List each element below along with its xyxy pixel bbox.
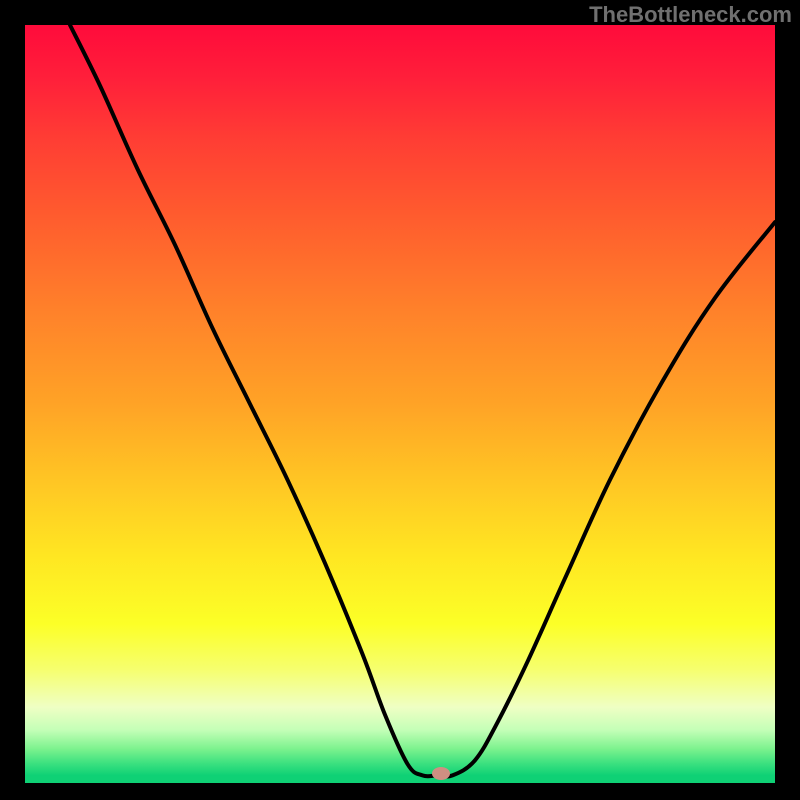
gradient-plot-area	[25, 25, 775, 783]
chart-frame: TheBottleneck.com	[0, 0, 800, 800]
bottleneck-point-marker	[432, 767, 450, 780]
watermark-text: TheBottleneck.com	[589, 2, 792, 28]
